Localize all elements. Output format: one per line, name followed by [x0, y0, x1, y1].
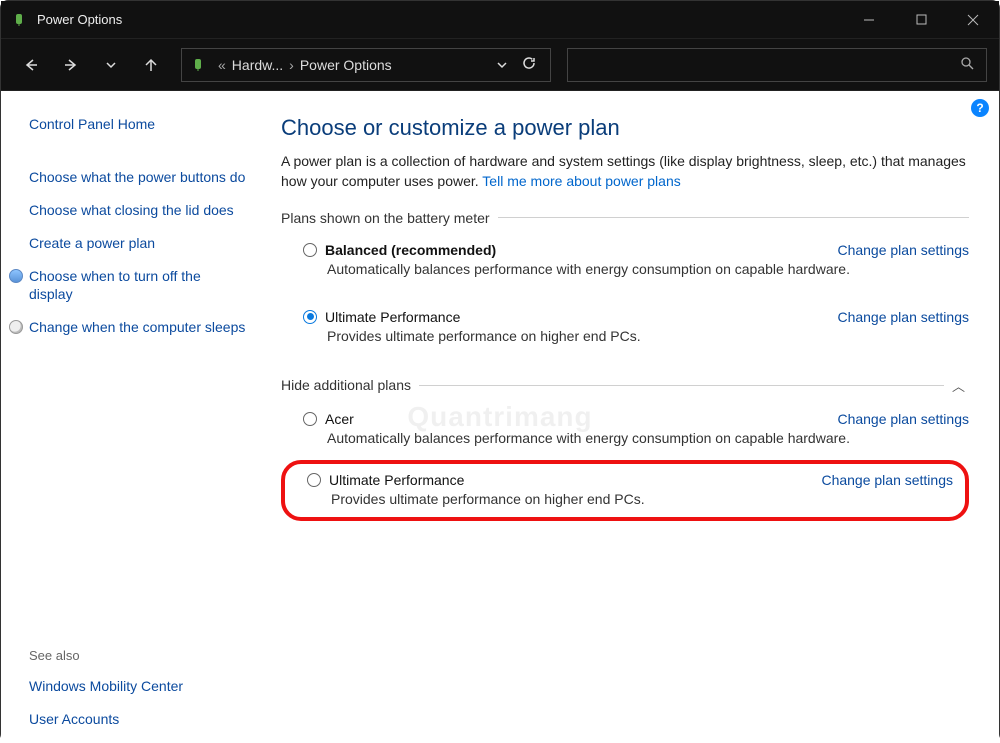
- sidebar-link-display-off-label: Choose when to turn off the display: [29, 267, 247, 305]
- see-also-heading: See also: [29, 648, 247, 663]
- breadcrumb-prefix: «: [216, 57, 228, 73]
- main-panel: Choose or customize a power plan A power…: [261, 91, 999, 743]
- plan-ultimate-primary-name[interactable]: Ultimate Performance: [325, 309, 460, 325]
- maximize-button[interactable]: [895, 1, 947, 39]
- sidebar-link-create-plan[interactable]: Create a power plan: [29, 234, 247, 253]
- breadcrumb[interactable]: « Hardw... › Power Options: [181, 48, 551, 82]
- moon-icon: [9, 320, 23, 334]
- search-input[interactable]: [567, 48, 987, 82]
- close-button[interactable]: [947, 1, 999, 39]
- plan-ultimate-primary-change-settings[interactable]: Change plan settings: [837, 309, 969, 325]
- group-additional-label: Hide additional plans: [281, 377, 411, 393]
- sidebar-link-power-buttons[interactable]: Choose what the power buttons do: [29, 168, 247, 187]
- chevron-right-icon: ›: [287, 57, 296, 73]
- sidebar-link-sleep-label: Change when the computer sleeps: [29, 318, 245, 337]
- intro-text: A power plan is a collection of hardware…: [281, 151, 969, 192]
- plan-balanced: Balanced (recommended) Change plan setti…: [281, 236, 969, 285]
- navbar: « Hardw... › Power Options: [1, 39, 999, 91]
- see-also-mobility-center[interactable]: Windows Mobility Center: [29, 677, 247, 696]
- plan-ultimate-additional-change-settings[interactable]: Change plan settings: [821, 472, 953, 488]
- plan-acer-radio[interactable]: [303, 412, 317, 426]
- highlighted-plan-callout: Ultimate Performance Change plan setting…: [281, 460, 969, 521]
- group-battery-meter-label: Plans shown on the battery meter: [281, 210, 490, 226]
- plan-balanced-name[interactable]: Balanced (recommended): [325, 242, 496, 258]
- sidebar-link-sleep[interactable]: Change when the computer sleeps: [29, 318, 247, 337]
- search-icon: [960, 56, 974, 73]
- plan-acer-desc: Automatically balances performance with …: [303, 427, 969, 446]
- plan-acer: Acer Change plan settings Automatically …: [281, 405, 969, 454]
- up-button[interactable]: [133, 47, 169, 83]
- group-additional[interactable]: Hide additional plans ︿: [281, 376, 969, 395]
- refresh-button[interactable]: [516, 56, 542, 73]
- breadcrumb-item-0[interactable]: Hardw...: [232, 57, 283, 73]
- back-button[interactable]: [13, 47, 49, 83]
- sidebar: Control Panel Home Choose what the power…: [1, 91, 261, 743]
- plan-acer-change-settings[interactable]: Change plan settings: [837, 411, 969, 427]
- content-area: ? Quantrimang Control Panel Home Choose …: [1, 91, 999, 743]
- control-panel-home-link[interactable]: Control Panel Home: [29, 115, 247, 134]
- minimize-button[interactable]: [843, 1, 895, 39]
- titlebar: Power Options: [1, 1, 999, 39]
- plan-ultimate-additional-name[interactable]: Ultimate Performance: [329, 472, 464, 488]
- display-icon: [9, 269, 23, 283]
- app-icon: [11, 11, 29, 29]
- see-also-user-accounts[interactable]: User Accounts: [29, 710, 247, 729]
- sidebar-link-display-off[interactable]: Choose when to turn off the display: [29, 267, 247, 305]
- plan-ultimate-additional: Ultimate Performance Change plan setting…: [293, 472, 953, 507]
- plan-balanced-radio[interactable]: [303, 243, 317, 257]
- plan-ultimate-primary: Ultimate Performance Change plan setting…: [281, 303, 969, 352]
- page-title: Choose or customize a power plan: [281, 115, 969, 141]
- plan-ultimate-primary-desc: Provides ultimate performance on higher …: [303, 325, 969, 344]
- breadcrumb-item-1[interactable]: Power Options: [300, 57, 392, 73]
- window-title: Power Options: [37, 12, 122, 27]
- group-battery-meter: Plans shown on the battery meter: [281, 210, 969, 226]
- breadcrumb-icon: [190, 56, 208, 74]
- sidebar-link-close-lid[interactable]: Choose what closing the lid does: [29, 201, 247, 220]
- plan-ultimate-primary-radio[interactable]: [303, 310, 317, 324]
- forward-button[interactable]: [53, 47, 89, 83]
- intro-link[interactable]: Tell me more about power plans: [482, 173, 680, 189]
- chevron-up-icon: ︿: [952, 376, 969, 395]
- plan-ultimate-additional-radio[interactable]: [307, 473, 321, 487]
- help-button[interactable]: ?: [971, 99, 989, 117]
- plan-ultimate-additional-desc: Provides ultimate performance on higher …: [307, 488, 953, 507]
- plan-acer-name[interactable]: Acer: [325, 411, 354, 427]
- breadcrumb-history-dropdown[interactable]: [492, 47, 512, 83]
- plan-balanced-desc: Automatically balances performance with …: [303, 258, 969, 277]
- recent-dropdown[interactable]: [93, 47, 129, 83]
- plan-balanced-change-settings[interactable]: Change plan settings: [837, 242, 969, 258]
